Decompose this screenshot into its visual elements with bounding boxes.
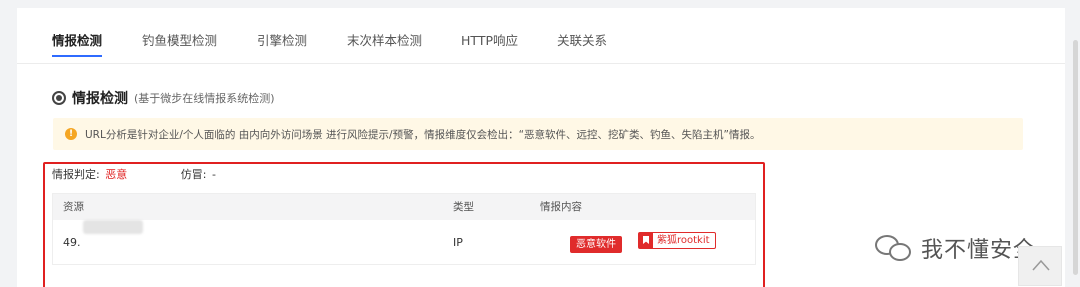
scroll-thumb[interactable] [1073, 40, 1078, 275]
target-icon [52, 91, 66, 105]
tab-intel-detection[interactable]: 情报检测 [52, 30, 103, 57]
section-title: 情报检测 [72, 91, 128, 107]
tab-bar: 情报检测 钓鱼模型检测 引擎检测 末次样本检测 HTTP响应 关联关系 [17, 8, 1065, 64]
tag-purple-fox[interactable]: 紫狐rootkit [638, 232, 716, 249]
back-to-top-button[interactable] [1018, 246, 1062, 286]
tab-engine-detection[interactable]: 引擎检测 [257, 30, 307, 49]
info-icon: ! [65, 128, 77, 140]
detail-panel: 情报检测 钓鱼模型检测 引擎检测 末次样本检测 HTTP响应 关联关系 情报检测… [17, 8, 1065, 287]
notice-text: URL分析是针对企业/个人面临的 由内向外访问场景 进行风险提示/预警，情报维度… [85, 128, 761, 141]
tab-relations[interactable]: 关联关系 [557, 30, 607, 49]
wechat-icon [875, 233, 915, 263]
chevron-up-icon [1032, 259, 1050, 271]
tab-phishing-model[interactable]: 钓鱼模型检测 [142, 30, 217, 49]
highlight-box [43, 162, 765, 287]
tag-malware[interactable]: 恶意软件 [570, 232, 622, 253]
tag-purple-fox-label: 紫狐rootkit [657, 235, 710, 246]
scrollbar[interactable] [1070, 0, 1080, 287]
notice-banner: ! URL分析是针对企业/个人面临的 由内向外访问场景 进行风险提示/预警，情报… [53, 118, 1023, 150]
section-subtitle: (基于微步在线情报系统检测) [134, 92, 275, 105]
tab-last-sample[interactable]: 末次样本检测 [347, 30, 422, 49]
tab-http-response[interactable]: HTTP响应 [461, 30, 518, 49]
section-header: 情报检测 (基于微步在线情报系统检测) [52, 88, 275, 108]
watermark: 我不懂安全 [875, 232, 1036, 264]
bookmark-icon [639, 233, 653, 248]
